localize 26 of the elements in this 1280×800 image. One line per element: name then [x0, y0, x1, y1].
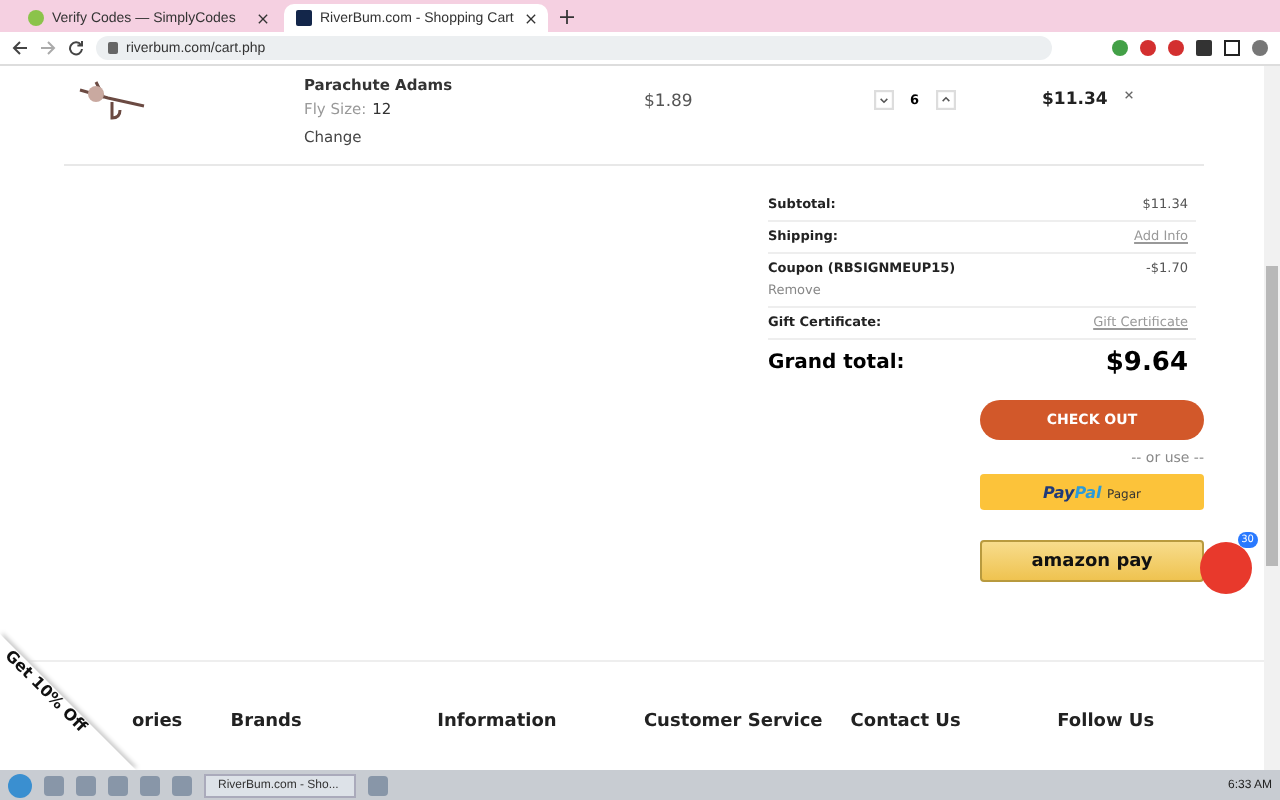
close-icon[interactable]	[258, 13, 268, 23]
grand-total-value: $9.64	[1105, 348, 1188, 378]
site-logo-icon	[296, 10, 312, 26]
grand-total-label: Grand total:	[768, 352, 905, 374]
scrollbar[interactable]	[1264, 66, 1280, 770]
reload-icon[interactable]	[68, 40, 84, 56]
footer-heading: Customer Service	[643, 712, 825, 732]
back-icon[interactable]	[12, 40, 28, 56]
new-tab-icon[interactable]	[560, 10, 574, 24]
line-total: $11.34	[1042, 88, 1108, 110]
unit-price: $1.89	[644, 90, 695, 112]
footer-heading: Information	[437, 712, 559, 732]
chat-bubble-icon[interactable]	[1200, 542, 1252, 594]
footer-heading: Follow Us	[1057, 712, 1157, 732]
decrease-button[interactable]	[874, 90, 894, 110]
amazon-pay-button[interactable]: amazon pay	[980, 540, 1204, 582]
footer-heading: ories	[132, 712, 185, 732]
lock-icon	[108, 42, 118, 54]
start-button[interactable]	[8, 773, 32, 797]
remove-icon[interactable]	[1123, 90, 1134, 100]
footer-heading: Brands	[230, 712, 304, 732]
increase-button[interactable]	[935, 90, 956, 110]
avatar-icon[interactable]	[1252, 40, 1268, 56]
close-icon[interactable]	[526, 13, 536, 23]
footer-heading: Contact Us	[850, 712, 963, 732]
forward-icon[interactable]	[40, 40, 56, 56]
